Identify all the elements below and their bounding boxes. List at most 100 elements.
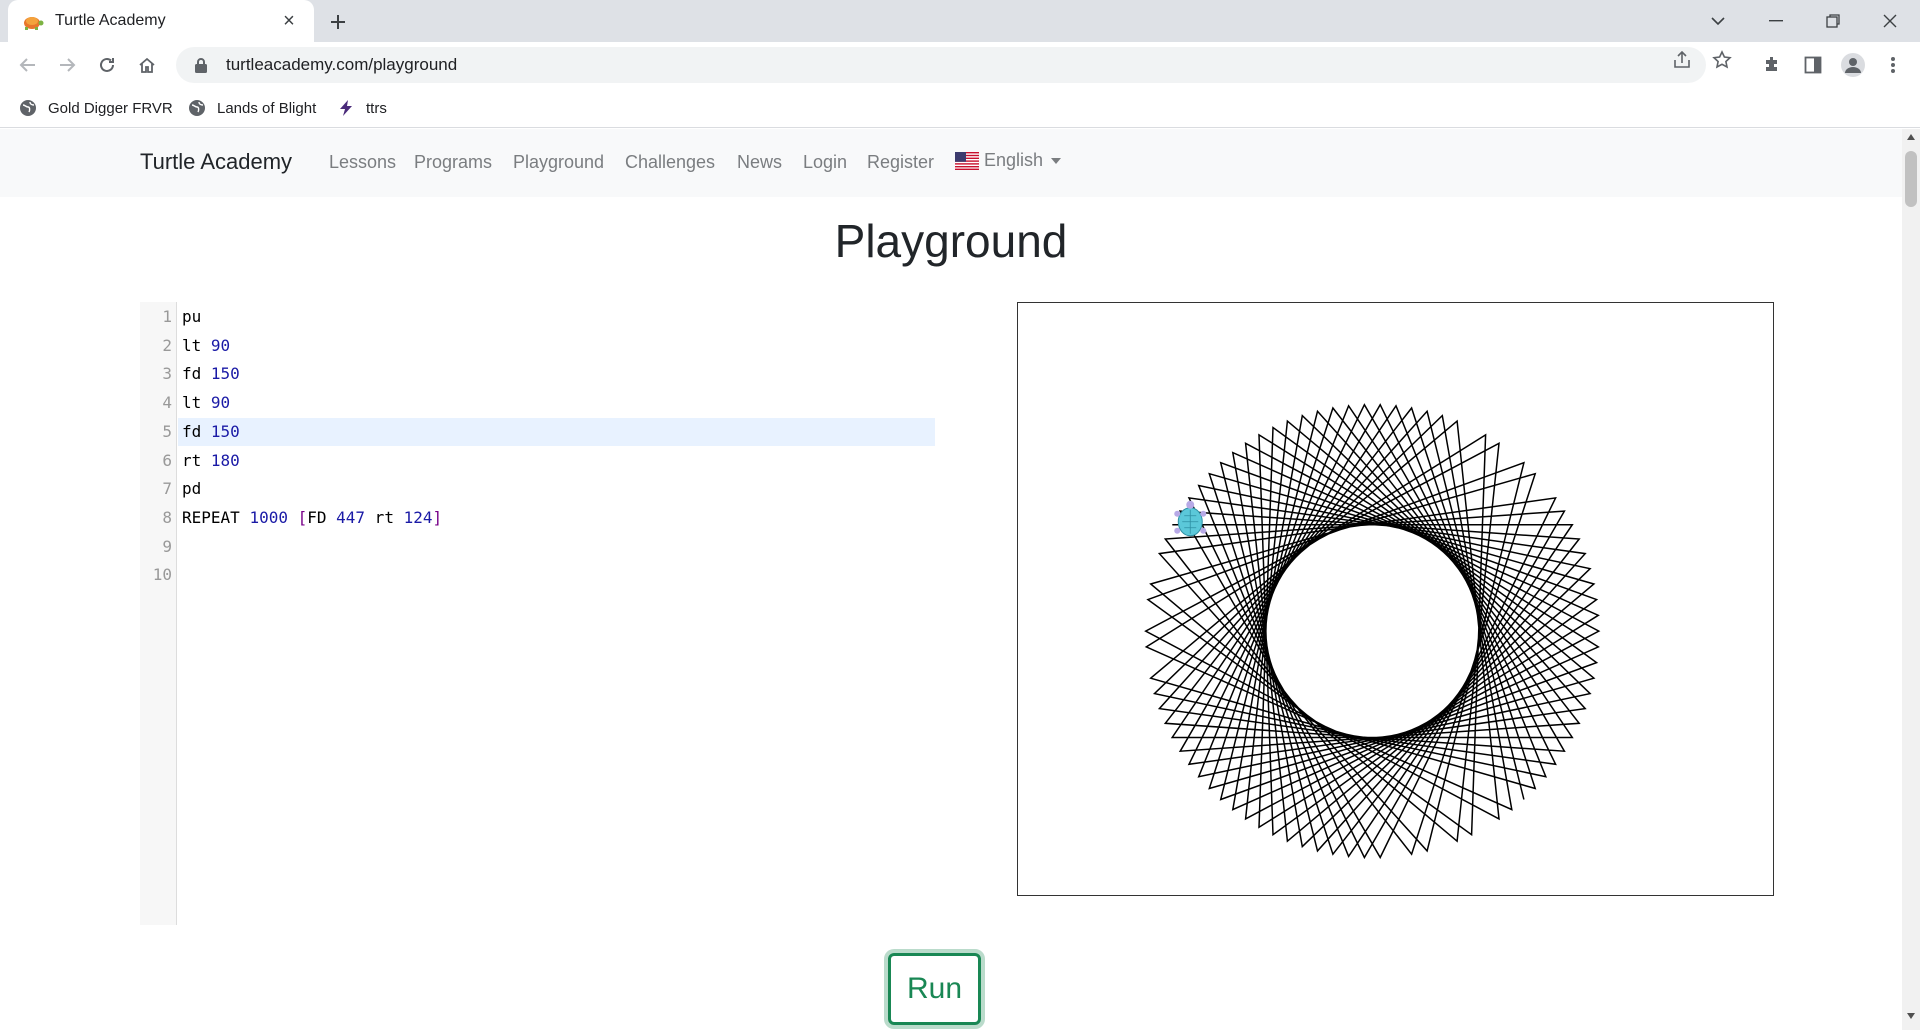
line-number: 1: [162, 307, 172, 326]
bookmark-item[interactable]: Lands of Blight: [188, 96, 316, 120]
scroll-thumb[interactable]: [1905, 151, 1917, 207]
restore-icon[interactable]: [1805, 0, 1861, 42]
code-keyword: pd: [182, 479, 202, 499]
line-number: 4: [162, 393, 172, 413]
bookmark-item[interactable]: ttrs: [337, 96, 387, 120]
code-line[interactable]: lt 90: [178, 389, 935, 418]
code-number: 90: [210, 393, 231, 413]
nav-news[interactable]: News: [737, 152, 782, 173]
bookmark-label: Lands of Blight: [217, 99, 317, 117]
lightning-icon: [340, 100, 352, 116]
code-line[interactable]: rt 180: [178, 447, 935, 476]
nav-challenges[interactable]: Challenges: [625, 152, 715, 173]
nav-programs[interactable]: Programs: [414, 152, 492, 173]
turtle-favicon-icon: [24, 17, 44, 30]
reload-icon[interactable]: [91, 49, 123, 81]
globe-icon: [189, 100, 205, 116]
caret-down-icon: [1051, 157, 1062, 164]
code-line[interactable]: fd 150: [178, 417, 935, 447]
line-number: 5: [162, 421, 172, 441]
close-tab-icon[interactable]: ×: [278, 10, 300, 32]
code-line[interactable]: [178, 533, 935, 562]
page-viewport: Turtle Academy Lessons Programs Playgrou…: [0, 129, 1902, 1030]
url-text: turtleacademy.com/playground: [226, 55, 458, 74]
code-line[interactable]: fd 150: [178, 360, 935, 389]
turtle-icon: [1174, 500, 1207, 537]
browser-tab[interactable]: Turtle Academy ×: [8, 0, 314, 42]
line-number: 6: [162, 450, 172, 470]
line-number: 8: [162, 507, 172, 527]
code-number: 447: [336, 507, 366, 527]
line-number: 7: [162, 479, 172, 499]
nav-playground[interactable]: Playground: [513, 152, 604, 173]
globe-icon: [20, 100, 36, 116]
run-button[interactable]: Run: [884, 949, 985, 1029]
bookmark-label: ttrs: [366, 99, 387, 117]
bookmark-item[interactable]: Gold Digger FRVR: [19, 96, 173, 120]
extensions-icon[interactable]: [1755, 49, 1789, 81]
language-dropdown[interactable]: English: [955, 150, 1062, 171]
kebab-menu-icon[interactable]: [1876, 49, 1910, 81]
line-number-gutter: 1 2 3 4 5 6 7 8 9 10: [140, 302, 177, 925]
page-scrollbar[interactable]: [1902, 129, 1920, 1030]
code-line[interactable]: [178, 561, 935, 590]
code-editor[interactable]: 1 2 3 4 5 6 7 8 9 10 pu lt 90 fd 150 lt 90 fd 150 rt 1…: [140, 302, 935, 925]
line-number: 3: [162, 364, 172, 384]
scroll-down-icon[interactable]: [1902, 1012, 1920, 1026]
back-icon[interactable]: [12, 49, 44, 81]
code-bracket: [: [287, 507, 308, 527]
nav-lessons[interactable]: Lessons: [329, 152, 396, 173]
code-keyword: pu: [182, 307, 202, 326]
code-line[interactable]: REPEAT 1000 [FD 447 rt 124]: [178, 504, 935, 533]
close-window-icon[interactable]: [1862, 0, 1918, 42]
tab-search-icon[interactable]: [1690, 0, 1746, 42]
share-icon[interactable]: [1668, 49, 1696, 71]
forward-icon[interactable]: [51, 49, 83, 81]
bookmark-label: Gold Digger FRVR: [48, 99, 173, 117]
code-keyword: fd: [182, 364, 211, 384]
code-keyword: lt: [182, 393, 211, 413]
code-keyword: REPEAT: [182, 507, 250, 527]
side-panel-icon[interactable]: [1796, 49, 1830, 81]
code-keyword: fd: [182, 421, 211, 441]
profile-avatar-icon[interactable]: [1836, 49, 1870, 81]
browser-toolbar: turtleacademy.com/playground: [0, 42, 1920, 88]
code-bracket: ]: [432, 507, 443, 527]
bookmark-star-icon[interactable]: [1708, 49, 1736, 71]
code-line[interactable]: pd: [178, 475, 935, 504]
scroll-up-icon[interactable]: [1902, 133, 1920, 147]
code-number: 1000: [249, 507, 288, 527]
code-number: 150: [210, 364, 240, 384]
language-label: English: [984, 150, 1044, 170]
tab-title: Turtle Academy: [55, 12, 166, 29]
turtle-drawing: [1144, 403, 1601, 860]
nav-register[interactable]: Register: [867, 152, 934, 173]
site-navbar: Turtle Academy Lessons Programs Playgrou…: [0, 129, 1902, 197]
code-line[interactable]: pu: [178, 303, 935, 332]
site-brand[interactable]: Turtle Academy: [140, 149, 292, 175]
code-line[interactable]: lt 90: [178, 332, 935, 361]
code-number: 124: [403, 507, 433, 527]
bookmarks-bar: Gold Digger FRVR Lands of Blight ttrs: [0, 88, 1920, 128]
new-tab-icon[interactable]: [324, 8, 352, 36]
minimize-icon[interactable]: [1748, 0, 1804, 42]
code-keyword: lt: [182, 335, 211, 355]
turtle-canvas: [1017, 302, 1774, 896]
home-icon[interactable]: [131, 49, 163, 81]
page-title: Playground: [834, 215, 1068, 267]
code-number: 180: [210, 450, 240, 470]
tab-strip: Turtle Academy ×: [0, 0, 1920, 42]
us-flag-icon: [955, 151, 979, 170]
line-number: 2: [162, 335, 172, 355]
address-bar[interactable]: turtleacademy.com/playground: [176, 47, 1706, 83]
turtle-path: [1144, 403, 1601, 860]
line-number: 9: [162, 536, 172, 556]
code-keyword: rt: [182, 450, 211, 470]
code-keyword: rt: [365, 507, 404, 527]
code-number: 150: [210, 421, 240, 441]
nav-login[interactable]: Login: [803, 152, 847, 173]
line-number: 10: [152, 565, 172, 585]
lock-icon: [195, 58, 207, 73]
code-keyword: FD: [307, 507, 337, 527]
code-number: 90: [210, 335, 231, 355]
